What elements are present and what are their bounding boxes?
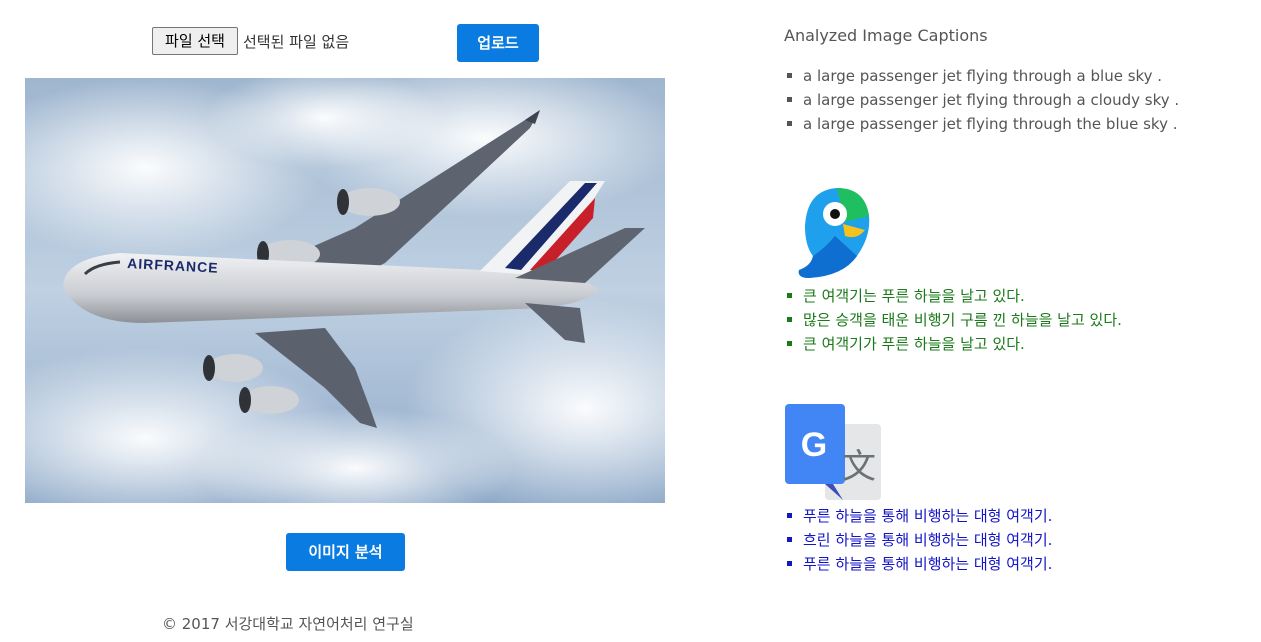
bullet-icon (787, 317, 792, 322)
list-item: a large passenger jet flying through the… (0, 112, 1179, 136)
list-item: 큰 여객기가 푸른 하늘을 날고 있다. (0, 332, 1122, 356)
list-item: 흐린 하늘을 통해 비행하는 대형 여객기. (0, 528, 1052, 552)
caption-text: 많은 승객을 태운 비행기 구름 낀 하늘을 날고 있다. (803, 311, 1122, 329)
caption-text: 푸른 하늘을 통해 비행하는 대형 여객기. (803, 507, 1053, 525)
caption-text: a large passenger jet flying through a c… (803, 91, 1180, 109)
bullet-icon (787, 121, 792, 126)
list-item: a large passenger jet flying through a b… (0, 64, 1179, 88)
list-item: a large passenger jet flying through a c… (0, 88, 1179, 112)
papago-icon (798, 188, 870, 278)
caption-text: 큰 여객기가 푸른 하늘을 날고 있다. (803, 335, 1025, 353)
captions-title: Analyzed Image Captions (784, 26, 988, 45)
caption-text: a large passenger jet flying through a b… (803, 67, 1163, 85)
caption-text: a large passenger jet flying through the… (803, 115, 1178, 133)
footer-copyright: © 2017 서강대학교 자연어처리 연구실 (162, 615, 414, 633)
bullet-icon (787, 537, 792, 542)
list-item: 큰 여객기는 푸른 하늘을 날고 있다. (0, 284, 1122, 308)
list-item: 푸른 하늘을 통해 비행하는 대형 여객기. (0, 552, 1052, 576)
english-caption-list: a large passenger jet flying through a b… (0, 64, 1179, 136)
svg-text:G: G (801, 426, 827, 464)
file-select-button[interactable]: 파일 선택 (152, 27, 238, 55)
upload-button[interactable]: 업로드 (457, 24, 539, 62)
bullet-icon (787, 341, 792, 346)
caption-text: 푸른 하늘을 통해 비행하는 대형 여객기. (803, 555, 1053, 573)
list-item: 많은 승객을 태운 비행기 구름 낀 하늘을 날고 있다. (0, 308, 1122, 332)
papago-caption-list: 큰 여객기는 푸른 하늘을 날고 있다. 많은 승객을 태운 비행기 구름 낀 … (0, 284, 1122, 356)
svg-text:文: 文 (842, 447, 876, 487)
file-status-text: 선택된 파일 없음 (243, 33, 350, 51)
google-translate-icon: G 文 (785, 404, 881, 500)
bullet-icon (787, 293, 792, 298)
list-item: 푸른 하늘을 통해 비행하는 대형 여객기. (0, 504, 1052, 528)
bullet-icon (787, 73, 792, 78)
bullet-icon (787, 513, 792, 518)
bullet-icon (787, 561, 792, 566)
google-translate-caption-list: 푸른 하늘을 통해 비행하는 대형 여객기. 흐린 하늘을 통해 비행하는 대형… (0, 504, 1052, 576)
bullet-icon (787, 97, 792, 102)
caption-text: 큰 여객기는 푸른 하늘을 날고 있다. (803, 287, 1025, 305)
caption-text: 흐린 하늘을 통해 비행하는 대형 여객기. (803, 531, 1053, 549)
